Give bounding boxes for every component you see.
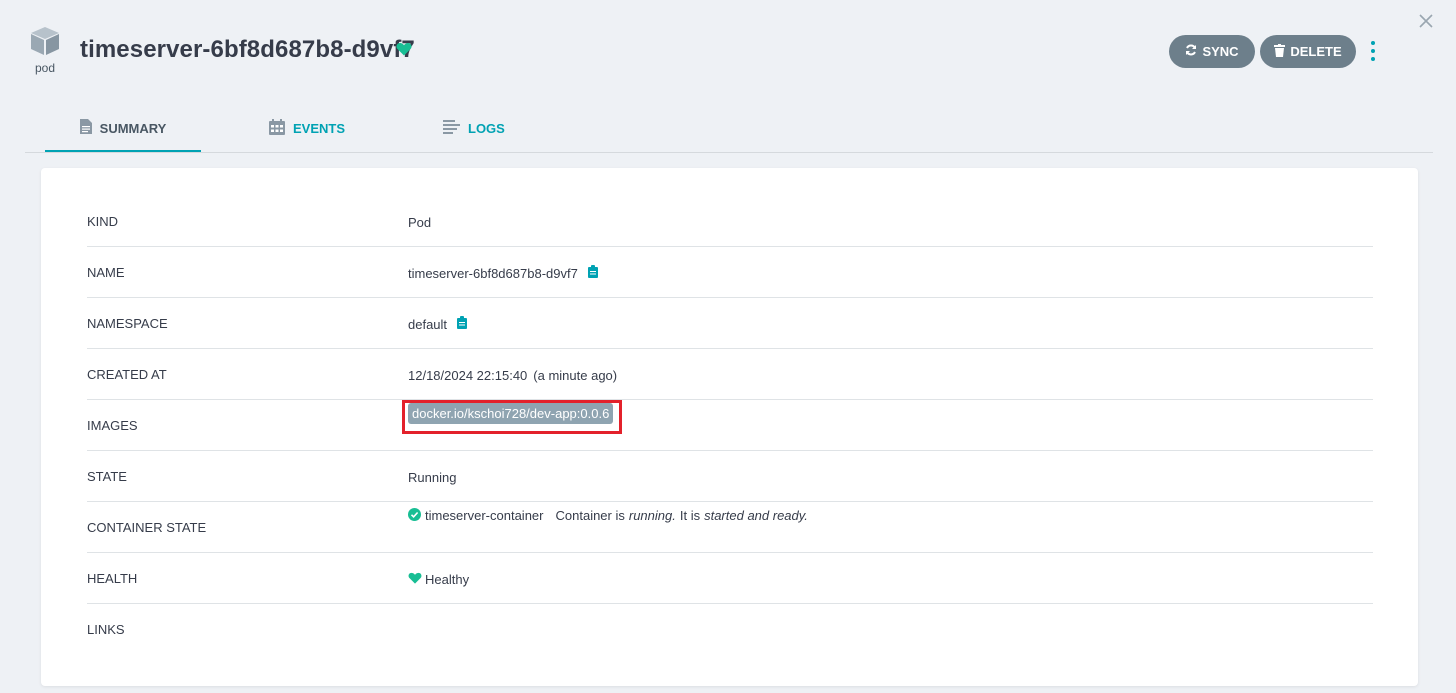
cube-icon (29, 26, 61, 56)
row-value: Running (408, 469, 457, 485)
summary-row-created-at: CREATED AT 12/18/2024 22:15:40 (a minute… (87, 350, 1373, 400)
clipboard-icon[interactable] (457, 316, 468, 332)
row-key: IMAGES (87, 418, 138, 433)
resource-title: timeserver-6bf8d687b8-d9vf7 (80, 36, 415, 63)
row-key: KIND (87, 214, 119, 229)
sync-icon (1185, 44, 1197, 59)
row-key: STATE (87, 469, 127, 484)
delete-button[interactable]: DELETE (1260, 35, 1356, 68)
pod-name-value: timeserver-6bf8d687b8-d9vf7 (408, 265, 578, 281)
summary-row-images: IMAGES docker.io/kschoi728/dev-app:0.0.6 (87, 400, 1373, 451)
row-value: default (408, 299, 468, 349)
clipboard-icon[interactable] (587, 265, 598, 281)
health-value: Healthy (425, 571, 470, 587)
highlight-box (402, 400, 622, 434)
calendar-icon (269, 119, 285, 138)
summary-row-kind: KIND Pod (87, 197, 1373, 247)
row-key: NAME (87, 265, 125, 280)
trash-icon (1274, 43, 1286, 60)
summary-row-links: LINKS (87, 605, 1373, 655)
kebab-icon[interactable] (1366, 38, 1380, 64)
summary-row-health: HEALTH Healthy (87, 554, 1373, 604)
tab-logs-label: LOGS (468, 121, 505, 136)
delete-label: DELETE (1290, 44, 1342, 59)
file-icon (79, 119, 92, 137)
row-key: CREATED AT (87, 367, 167, 382)
tab-events-label: EVENTS (293, 121, 346, 136)
resource-header: pod timeserver-6bf8d687b8-d9vf7 SYNC DEL… (0, 0, 1456, 100)
row-value: timeserver-container Container is runnin… (408, 503, 808, 553)
summary-row-container-state: CONTAINER STATE timeserver-container Con… (87, 503, 1373, 553)
close-icon[interactable] (1417, 12, 1435, 30)
sync-label: SYNC (1202, 44, 1239, 59)
container-text1: Container is (555, 508, 625, 523)
summary-row-state: STATE Running (87, 452, 1373, 502)
container-name: timeserver-container (425, 508, 544, 523)
container-state-detail: started and ready. (704, 508, 808, 523)
row-value: Healthy (408, 554, 469, 604)
row-key: NAMESPACE (87, 316, 168, 331)
summary-row-namespace: NAMESPACE default (87, 299, 1373, 349)
container-text2: It is (679, 508, 701, 523)
kind-label: pod (34, 61, 56, 75)
heart-icon (396, 42, 412, 61)
sync-button[interactable]: SYNC (1169, 35, 1255, 68)
tab-bar: SUMMARY EVENTS LOGS (25, 106, 1433, 153)
row-key: LINKS (87, 622, 125, 637)
row-value: 12/18/2024 22:15:40 (a minute ago) (408, 350, 617, 400)
row-value: Pod (408, 214, 432, 230)
summary-card: KIND Pod NAME timeserver-6bf8d687b8-d9vf… (41, 168, 1418, 686)
lines-icon (443, 120, 460, 137)
created-at-relative: (a minute ago) (533, 367, 618, 383)
created-at-value: 12/18/2024 22:15:40 (408, 367, 528, 383)
summary-row-name: NAME timeserver-6bf8d687b8-d9vf7 (87, 248, 1373, 298)
tab-logs[interactable]: LOGS (443, 106, 505, 151)
heart-icon (408, 572, 422, 587)
row-value: docker.io/kschoi728/dev-app:0.0.6 (402, 400, 622, 451)
container-state-running: running. (628, 508, 676, 523)
row-value: timeserver-6bf8d687b8-d9vf7 (408, 248, 598, 298)
row-key: HEALTH (87, 571, 138, 586)
namespace-value: default (408, 316, 448, 332)
check-circle-icon (408, 508, 421, 524)
tab-summary[interactable]: SUMMARY (45, 106, 201, 152)
row-key: CONTAINER STATE (87, 520, 207, 535)
tab-events[interactable]: EVENTS (269, 106, 345, 151)
tab-summary-label: SUMMARY (99, 120, 167, 136)
